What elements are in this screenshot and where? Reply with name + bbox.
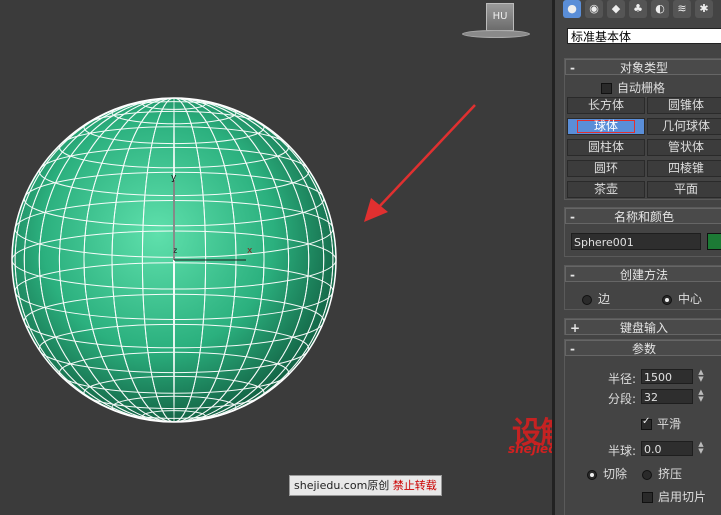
parameters-rollout: -参数 半径: 1500 ▲▼ 分段: 32 ▲▼ 平滑 半球: 0.0 ▲▼ …	[564, 339, 721, 515]
chop-radio-dot[interactable]	[587, 469, 597, 480]
smooth-checkbox[interactable]: 平滑	[641, 415, 681, 432]
segments-field[interactable]: 32	[641, 389, 693, 404]
chop-label: 切除	[603, 467, 628, 481]
parameters-header[interactable]: - 参数	[565, 340, 721, 356]
radius-label: 半径:	[608, 372, 637, 386]
keyboard-entry-header[interactable]: + 键盘输入	[565, 319, 721, 335]
object-type-rollout: - 对象类型 自动栅格 长方体 圆锥体 球体 几何球体 圆柱体 管状体 圆环 四棱…	[564, 58, 721, 200]
hemisphere-field[interactable]: 0.0	[641, 441, 693, 456]
box-button[interactable]: 长方体	[567, 97, 645, 114]
geosphere-button[interactable]: 几何球体	[647, 118, 721, 135]
red-arrow-annotation	[364, 104, 476, 222]
object-type-header[interactable]: - 对象类型	[565, 59, 721, 75]
creation-method-title: 创建方法	[619, 268, 668, 282]
object-color-swatch[interactable]	[707, 233, 721, 250]
modify-icon[interactable]: ◉	[585, 0, 603, 18]
cone-button[interactable]: 圆锥体	[647, 97, 721, 114]
cylinder-button[interactable]: 圆柱体	[567, 139, 645, 156]
creation-method-header[interactable]: - 创建方法	[565, 266, 721, 282]
sphere-button-label: 球体	[576, 120, 635, 133]
hemisphere-spinner[interactable]: ▲ ▼	[696, 441, 706, 456]
center-radio-dot[interactable]	[662, 294, 672, 305]
watermark-notice: 禁止转载	[392, 479, 437, 492]
squash-label: 挤压	[658, 467, 683, 481]
radius-field[interactable]: 1500	[641, 369, 693, 384]
slice-on-label: 启用切片	[658, 490, 707, 504]
command-panel-tabs: ● ◉ ◆ ♣ ◐ ≋ ✱	[563, 0, 713, 22]
create-icon[interactable]: ●	[563, 0, 581, 18]
edge-label: 边	[598, 292, 611, 306]
keyboard-entry-title: 键盘输入	[619, 321, 668, 335]
watermark-banner: shejiedu.com原创 禁止转载	[289, 475, 442, 496]
viewcube[interactable]: HU	[462, 0, 530, 40]
smooth-label: 平滑	[657, 417, 682, 431]
name-color-title: 名称和颜色	[613, 210, 674, 224]
motion-icon[interactable]: ♣	[629, 0, 647, 18]
parameters-title: 参数	[631, 342, 656, 356]
object-name-field[interactable]: Sphere001	[571, 233, 701, 250]
object-type-title: 对象类型	[619, 61, 668, 75]
segments-label: 分段:	[608, 392, 637, 406]
pyramid-button[interactable]: 四棱锥	[647, 160, 721, 177]
hemisphere-label: 半球:	[608, 444, 637, 458]
edge-radio[interactable]: 边	[582, 290, 610, 307]
segments-spinner[interactable]: ▲ ▼	[696, 389, 706, 404]
teapot-button[interactable]: 茶壶	[567, 181, 645, 198]
radius-spinner[interactable]: ▲ ▼	[696, 369, 706, 384]
creation-method-rollout: - 创建方法 边 中心	[564, 265, 721, 310]
center-radio[interactable]: 中心	[662, 290, 702, 307]
category-dropdown[interactable]: 标准基本体	[567, 28, 721, 44]
squash-radio-dot[interactable]	[642, 469, 652, 480]
torus-button[interactable]: 圆环	[567, 160, 645, 177]
watermark-site: shejiedu.com原创	[294, 479, 390, 492]
slice-on-box[interactable]	[642, 492, 653, 503]
squash-radio[interactable]: 挤压	[642, 465, 682, 482]
autogrid-label: 自动栅格	[617, 81, 666, 95]
edge-radio-dot[interactable]	[582, 294, 592, 305]
viewcube-face[interactable]: HU	[486, 3, 514, 31]
name-color-header[interactable]: - 名称和颜色	[565, 208, 721, 224]
utilities-icon[interactable]: ≋	[673, 0, 691, 18]
hierarchy-icon[interactable]: ◆	[607, 0, 625, 18]
tube-button[interactable]: 管状体	[647, 139, 721, 156]
name-color-rollout: - 名称和颜色 Sphere001	[564, 207, 721, 257]
center-label: 中心	[678, 292, 703, 306]
plane-button[interactable]: 平面	[647, 181, 721, 198]
smooth-box[interactable]	[641, 416, 652, 430]
slice-on-checkbox[interactable]: 启用切片	[642, 488, 706, 505]
command-panel: ● ◉ ◆ ♣ ◐ ≋ ✱ 标准基本体 - 对象类型 自动栅格 长方体 圆锥体 球…	[555, 0, 721, 515]
display-icon[interactable]: ◐	[651, 0, 669, 18]
perspective-viewport[interactable]: y x z HU shejiedu.com原创 禁止转载	[0, 0, 552, 515]
extra-icon[interactable]: ✱	[695, 0, 713, 18]
chop-radio[interactable]: 切除	[587, 465, 627, 482]
autogrid-checkbox[interactable]: 自动栅格	[601, 79, 665, 96]
autogrid-box[interactable]	[601, 83, 612, 94]
sphere-button[interactable]: 球体	[567, 118, 645, 135]
keyboard-entry-rollout: + 键盘输入	[564, 318, 721, 335]
viewcube-ring[interactable]	[462, 30, 530, 38]
